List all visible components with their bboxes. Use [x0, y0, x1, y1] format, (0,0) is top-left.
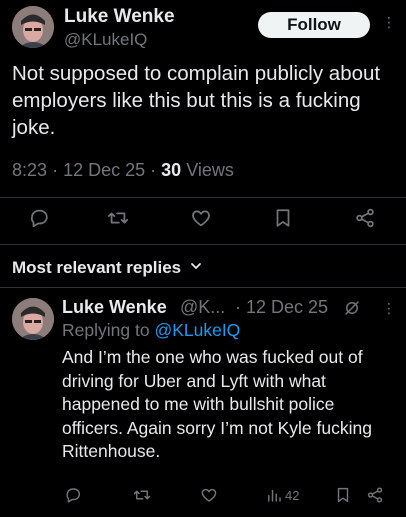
replying-to-label: Replying to [62, 320, 150, 340]
bookmark-button[interactable] [272, 207, 294, 229]
grok-button[interactable] [343, 299, 361, 317]
like-icon [192, 210, 210, 227]
reply-views-button[interactable]: 42 [266, 486, 299, 504]
reply-like-button[interactable] [200, 486, 218, 504]
tweet-date[interactable]: 12 Dec 25 [63, 160, 145, 180]
tweet-time[interactable]: 8:23 [12, 160, 47, 180]
more-icon[interactable]: ⋮ [382, 14, 396, 31]
follow-button[interactable]: Follow [258, 12, 370, 38]
tweet-meta: 8:23 · 12 Dec 25 · 30 Views [12, 160, 234, 181]
divider [0, 197, 406, 198]
meta-separator: · [150, 160, 157, 180]
repost-icon [107, 212, 129, 224]
views-icon [268, 489, 281, 502]
reply-text: And I’m the one who was fucked out of dr… [62, 347, 372, 461]
reply-reply-button[interactable] [64, 486, 82, 504]
grok-icon [345, 301, 359, 315]
reply-repost-button[interactable] [133, 486, 151, 504]
like-icon [201, 488, 217, 502]
chevron-down-icon [190, 263, 201, 269]
reply-separator: · [235, 297, 241, 317]
reply-views-count: 42 [285, 487, 300, 503]
author-name[interactable]: Luke Wenke [64, 6, 175, 28]
divider [0, 244, 406, 245]
views-label: Views [186, 160, 234, 180]
divider [0, 287, 406, 288]
reply-author-name[interactable]: Luke Wenke [62, 297, 167, 318]
reply-share-button[interactable] [366, 486, 384, 504]
share-icon [367, 487, 383, 503]
replies-sort-dropdown[interactable]: Most relevant replies [12, 258, 202, 278]
replying-to: Replying to @KLukeIQ [62, 320, 240, 341]
views-count: 30 [161, 160, 182, 180]
reply-bookmark-button[interactable] [334, 486, 352, 504]
reply-button[interactable] [28, 207, 50, 229]
tweet-text: Not supposed to complain publicly about … [12, 62, 381, 139]
share-button[interactable] [354, 207, 376, 229]
repost-icon [133, 490, 151, 500]
replying-to-handle[interactable]: @KLukeIQ [154, 320, 240, 340]
bookmark-icon [276, 209, 290, 227]
reply-author-handle[interactable]: @K... [180, 297, 225, 318]
repost-button[interactable] [107, 207, 129, 229]
share-icon [356, 208, 374, 228]
reply-icon [30, 209, 48, 228]
reply-date[interactable]: 12 Dec 25 [246, 297, 328, 318]
meta-separator: · [52, 160, 59, 180]
author-avatar[interactable] [12, 6, 54, 48]
like-button[interactable] [190, 207, 212, 229]
reply-author-avatar[interactable] [12, 298, 54, 340]
reply-icon [66, 488, 81, 503]
replies-sort-label: Most relevant replies [12, 258, 182, 277]
bookmark-icon [337, 487, 349, 503]
author-handle[interactable]: @KLukeIQ [64, 30, 147, 50]
reply-more-icon[interactable]: ⋮ [382, 300, 396, 317]
